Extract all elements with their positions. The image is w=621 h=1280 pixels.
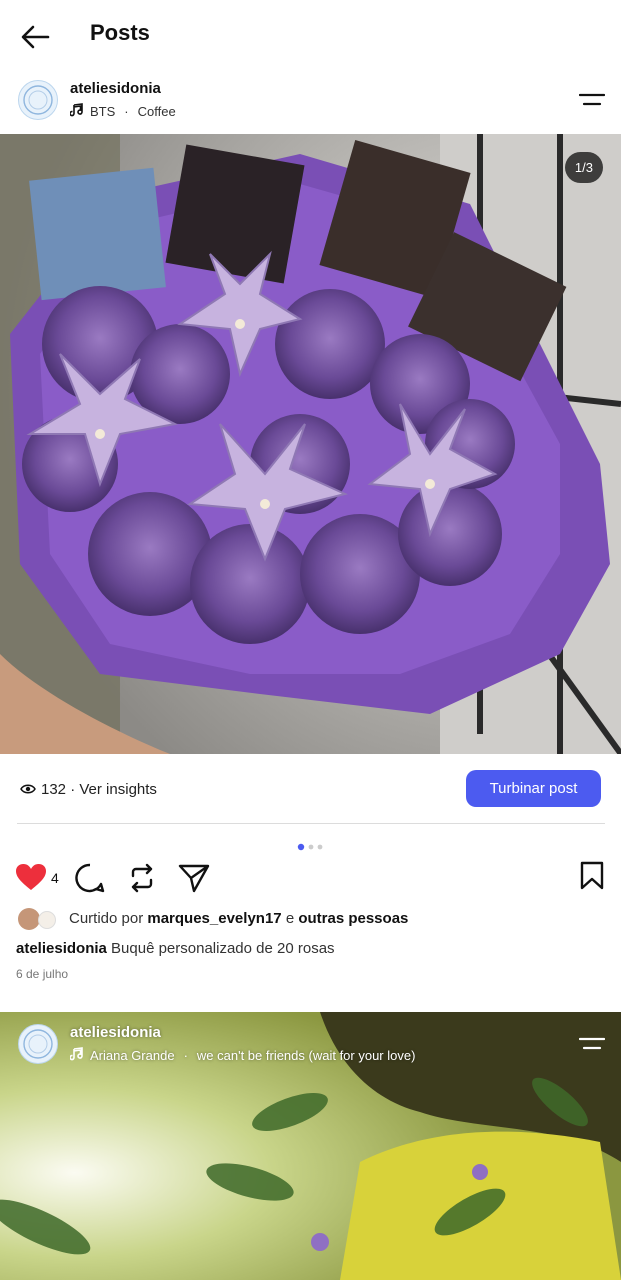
view-count: 132 [41, 781, 67, 798]
liker-avatar [18, 908, 40, 930]
post-video-greenery[interactable]: ateliesidonia Ariana Grande · we can't be … [0, 1012, 621, 1280]
carousel-counter: 1/3 [564, 152, 603, 183]
insights-label: Ver insights [79, 781, 157, 798]
music-song: Coffee [137, 104, 176, 119]
bookmark-icon[interactable] [579, 861, 605, 896]
liked-by-prefix: Curtido por [69, 910, 144, 927]
post-actions: 4 [0, 857, 621, 897]
heart-icon[interactable] [15, 863, 47, 896]
boost-post-button[interactable]: Turbinar post [466, 770, 601, 807]
post-header: ateliesidonia BTS · Coffee [0, 72, 621, 134]
back-arrow-icon[interactable] [18, 20, 52, 54]
post-username[interactable]: ateliesidonia [70, 80, 161, 97]
top-bar: Posts [0, 0, 621, 72]
share-icon[interactable] [178, 863, 210, 898]
menu-lines-icon[interactable] [578, 1034, 606, 1054]
comment-icon[interactable] [74, 862, 106, 899]
caption-username[interactable]: ateliesidonia [16, 940, 107, 957]
music-info[interactable]: BTS · Coffee [69, 103, 176, 120]
liked-by-user[interactable]: marques_evelyn17 [147, 910, 281, 927]
divider [17, 823, 605, 824]
post-date: 6 de julho [16, 967, 69, 981]
music-info-2[interactable]: Ariana Grande · we can't be friends (wait … [69, 1047, 416, 1064]
post-caption: ateliesidonia Buquê personalizado de 20 … [16, 940, 335, 957]
caption-text: Buquê personalizado de 20 rosas [111, 940, 335, 957]
music-artist-2: Ariana Grande [90, 1048, 175, 1063]
page-title: Posts [90, 20, 150, 45]
avatar-2[interactable] [18, 1024, 58, 1064]
post-image-bouquet[interactable]: 1/3 [0, 134, 621, 754]
eye-icon [20, 782, 36, 794]
music-artist: BTS [90, 104, 116, 119]
liked-by-connector: e [285, 910, 295, 927]
menu-lines-icon[interactable] [578, 90, 606, 110]
liked-by-others[interactable]: outras pessoas [298, 910, 408, 927]
post-username-2[interactable]: ateliesidonia [70, 1024, 161, 1041]
likes-count[interactable]: 4 [51, 870, 59, 886]
music-note-icon [69, 103, 84, 120]
carousel-dots [297, 838, 327, 851]
insights-row: 132 · Ver insights Turbinar post [0, 768, 621, 808]
liker-avatar-secondary [38, 911, 56, 929]
music-song-2: we can't be friends (wait for your love) [196, 1048, 416, 1063]
avatar[interactable] [18, 80, 58, 120]
insights-link[interactable]: 132 · Ver insights [41, 781, 157, 798]
repost-icon[interactable] [127, 862, 157, 899]
music-note-icon [69, 1047, 84, 1064]
liked-by-row[interactable]: Curtido por marques_evelyn17 e outras pe… [18, 906, 608, 932]
post-header-2: ateliesidonia Ariana Grande · we can't be … [0, 1012, 621, 1074]
